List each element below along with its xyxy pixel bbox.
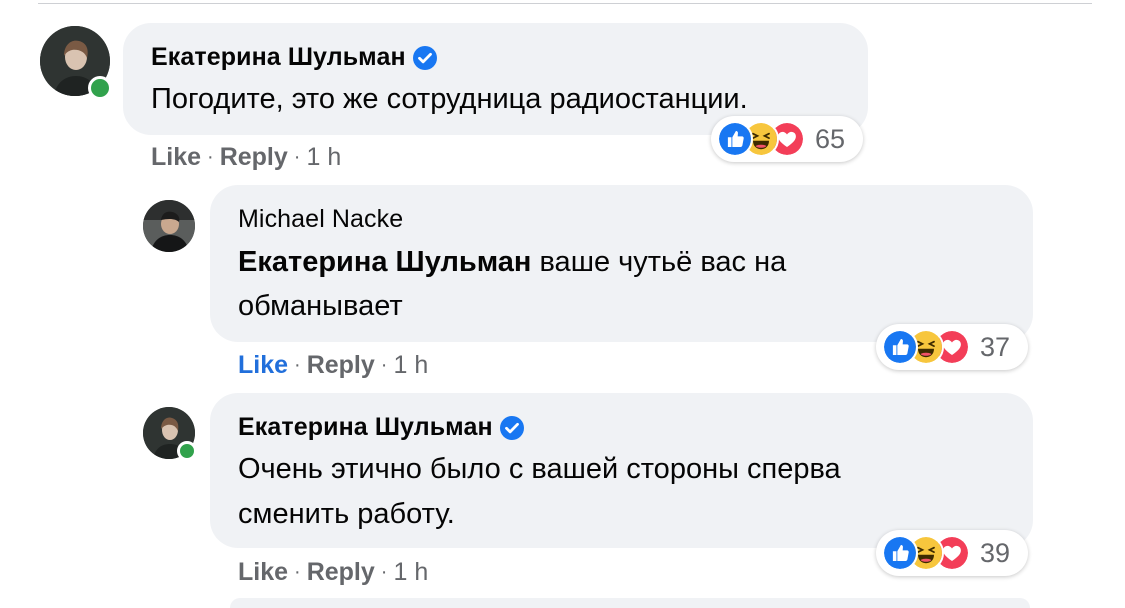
mention-link[interactable]: Екатерина Шульман — [238, 246, 531, 278]
separator: · — [293, 146, 301, 168]
avatar-photo — [143, 200, 195, 252]
reactions-summary[interactable]: 65 — [711, 116, 863, 162]
comment-text-line1: ваше чутьё вас на — [531, 246, 787, 278]
comment-author[interactable]: Екатерина Шульман — [238, 413, 524, 442]
separator: · — [380, 354, 388, 376]
timestamp[interactable]: 1 h — [306, 143, 341, 172]
comment-author[interactable]: Екатерина Шульман — [151, 43, 437, 72]
reactions-count: 39 — [980, 537, 1011, 568]
timestamp[interactable]: 1 h — [393, 558, 428, 587]
like-icon — [717, 121, 753, 157]
reply-button[interactable]: Reply — [220, 143, 288, 172]
author-name[interactable]: Екатерина Шульман — [151, 43, 406, 72]
comment-text: Очень этично было с вашей стороны сперва — [238, 453, 841, 485]
separator: · — [294, 561, 301, 583]
timestamp[interactable]: 1 h — [393, 351, 428, 380]
online-status-indicator — [177, 441, 197, 461]
reply-button[interactable]: Reply — [307, 351, 375, 380]
separator: · — [207, 146, 214, 168]
reactions-count: 37 — [980, 331, 1011, 362]
like-button[interactable]: Like — [238, 558, 288, 587]
separator: · — [294, 354, 301, 376]
top-divider — [38, 3, 1092, 4]
reactions-count: 65 — [815, 123, 846, 154]
verified-badge-icon — [413, 46, 437, 70]
like-icon — [882, 329, 918, 365]
author-name[interactable]: Michael Nacke — [238, 205, 403, 234]
avatar[interactable] — [143, 200, 195, 252]
comment-text-line2: сменить работу. — [238, 498, 455, 530]
reactions-summary[interactable]: 39 — [876, 530, 1028, 576]
reply-button[interactable]: Reply — [307, 558, 375, 587]
reactions-summary[interactable]: 37 — [876, 324, 1028, 370]
separator: · — [380, 561, 388, 583]
comment-actions: Like · Reply · 1 h — [151, 143, 341, 172]
comment-text: Екатерина Шульман ваше чутьё вас на — [238, 242, 786, 283]
comment-actions: Like · Reply · 1 h — [238, 351, 428, 380]
like-icon — [882, 535, 918, 571]
verified-badge-icon — [500, 416, 524, 440]
author-name[interactable]: Екатерина Шульман — [238, 413, 493, 442]
comment-text-line2: обманывает — [238, 290, 403, 322]
comment-actions: Like · Reply · 1 h — [238, 558, 428, 587]
comment-author[interactable]: Michael Nacke — [238, 205, 403, 234]
online-status-indicator — [88, 76, 112, 100]
next-comment-bubble-edge — [230, 598, 1030, 608]
like-button[interactable]: Like — [238, 351, 288, 380]
comment-text: Погодите, это же сотрудница радиостанции… — [151, 83, 748, 115]
like-button[interactable]: Like — [151, 143, 201, 172]
